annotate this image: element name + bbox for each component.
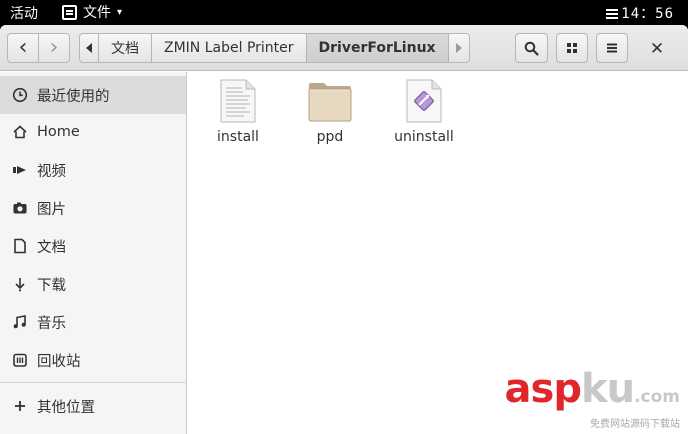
home-icon: [12, 124, 28, 140]
sidebar-item-downloads[interactable]: 下载: [0, 265, 186, 303]
watermark-logo: aspku.com: [505, 369, 680, 417]
trash-icon: [12, 352, 28, 368]
sidebar-item-recent[interactable]: 最近使用的: [0, 76, 186, 114]
search-button[interactable]: [515, 33, 548, 63]
file-view: install ppd uninstall aspku.com 免费网站源码下载…: [188, 72, 688, 434]
clock-time: 14：56: [621, 6, 674, 22]
folder-icon: [308, 83, 352, 122]
file-manager-window: ‹ › 文档 ZMIN Label Printer DriverForLinux: [0, 25, 688, 434]
view-mode-button[interactable]: [556, 33, 588, 63]
path-scroll-left-button[interactable]: [79, 33, 99, 63]
activities-button[interactable]: 活动: [10, 3, 38, 23]
watermark: aspku.com 免费网站源码下载站: [505, 369, 680, 430]
watermark-brand-b: ku: [580, 366, 635, 412]
sidebar-item-home[interactable]: Home: [0, 113, 186, 151]
sidebar-item-pictures[interactable]: 图片: [0, 189, 186, 227]
sidebar-item-label: Home: [37, 124, 80, 140]
file-name: ppd: [316, 129, 344, 145]
breadcrumb: 文档 ZMIN Label Printer DriverForLinux: [79, 33, 470, 63]
clock-icon: [12, 87, 28, 103]
sidebar-item-label: 音乐: [37, 315, 66, 332]
camera-icon: [12, 200, 28, 216]
system-clock[interactable]: 14：56: [606, 3, 674, 23]
sidebar-divider: [0, 382, 186, 383]
triangle-right-icon: [455, 43, 462, 53]
file-name: uninstall: [394, 129, 454, 145]
close-window-button[interactable]: ✕: [646, 38, 668, 60]
sidebar: 最近使用的 Home 视频 图片 文档 下载 音乐 回收站 其他位置: [0, 72, 187, 434]
sidebar-item-music[interactable]: 音乐: [0, 303, 186, 341]
chevron-right-icon: ›: [49, 35, 59, 60]
sidebar-item-trash[interactable]: 回收站: [0, 341, 186, 379]
sidebar-item-label: 其他位置: [37, 399, 95, 416]
close-icon: ✕: [649, 39, 665, 59]
files-app-icon: [62, 4, 77, 20]
sidebar-item-label: 文档: [37, 239, 66, 256]
chevron-left-icon: ‹: [18, 35, 28, 60]
triangle-left-icon: [86, 43, 92, 53]
top-bar: 活动 文件 ▾ 14：56: [0, 0, 688, 25]
file-item-install[interactable]: install: [198, 79, 278, 145]
sidebar-item-label: 回收站: [37, 353, 81, 370]
file-item-ppd[interactable]: ppd: [290, 79, 370, 145]
file-item-uninstall[interactable]: uninstall: [384, 79, 464, 145]
app-menu-label: 文件: [83, 5, 111, 21]
forward-button[interactable]: ›: [38, 33, 70, 63]
breadcrumb-documents[interactable]: 文档: [99, 33, 152, 63]
watermark-tagline: 免费网站源码下载站: [590, 419, 680, 430]
sidebar-item-label: 最近使用的: [37, 88, 110, 105]
caret-down-icon: ▾: [117, 6, 123, 18]
grid-icon: [567, 43, 577, 53]
back-button[interactable]: ‹: [7, 33, 39, 63]
document-icon: [12, 238, 28, 254]
watermark-brand-c: .com: [634, 387, 680, 407]
search-icon: [524, 41, 539, 56]
plus-icon: [12, 398, 28, 414]
download-icon: [12, 276, 28, 292]
path-scroll-right-button[interactable]: [448, 33, 470, 63]
sidebar-item-label: 下载: [37, 277, 66, 294]
notification-icon: [606, 9, 619, 19]
breadcrumb-zmin-label-printer[interactable]: ZMIN Label Printer: [152, 33, 307, 63]
sidebar-item-other-locations[interactable]: 其他位置: [0, 387, 186, 425]
breadcrumb-driverforlinux[interactable]: DriverForLinux: [306, 33, 449, 63]
app-menu[interactable]: 文件 ▾: [62, 2, 122, 22]
sidebar-item-videos[interactable]: 视频: [0, 151, 186, 189]
menu-button[interactable]: [596, 33, 628, 63]
sidebar-item-label: 视频: [37, 163, 66, 180]
file-name: install: [217, 129, 259, 145]
history-nav: ‹ ›: [7, 33, 71, 63]
sidebar-item-documents[interactable]: 文档: [0, 227, 186, 265]
sidebar-item-label: 图片: [37, 201, 66, 218]
music-icon: [12, 314, 28, 330]
text-file-icon: [220, 79, 256, 123]
video-icon: [12, 162, 28, 178]
watermark-brand-a: asp: [504, 366, 582, 412]
script-file-icon: [406, 79, 442, 123]
header-bar: ‹ › 文档 ZMIN Label Printer DriverForLinux: [0, 25, 688, 71]
hamburger-icon: [607, 43, 617, 53]
